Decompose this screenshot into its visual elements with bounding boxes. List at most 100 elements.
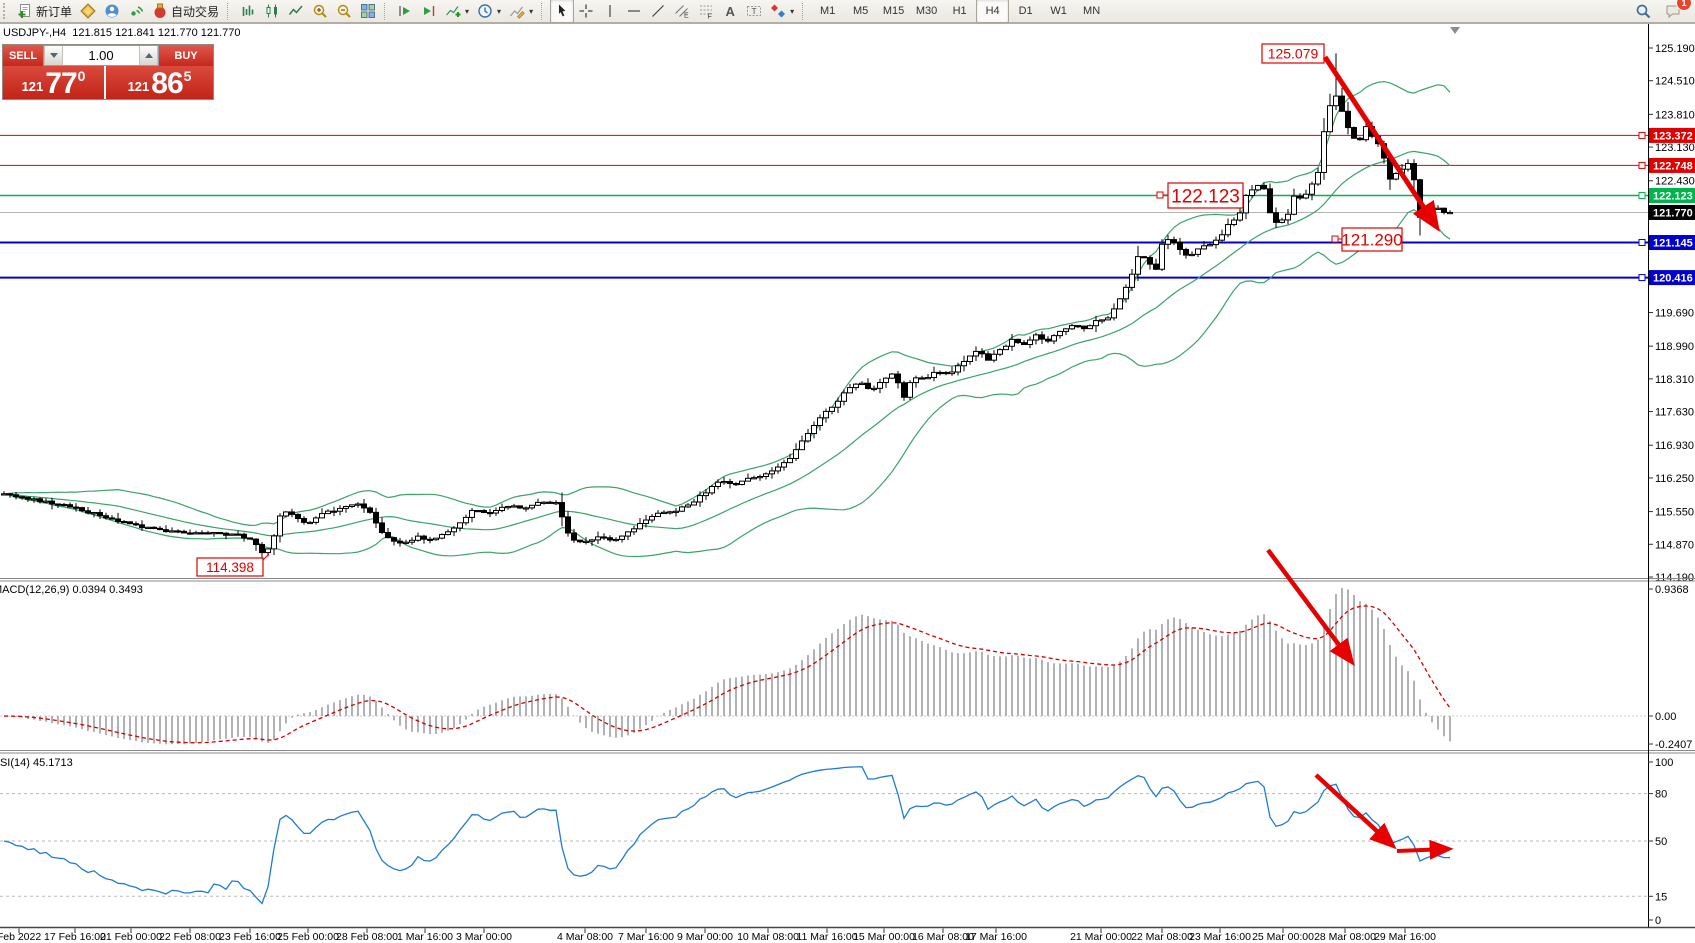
toolbar-grip xyxy=(3,3,10,19)
tile-icon xyxy=(360,3,376,19)
auto-scroll-button[interactable] xyxy=(393,0,417,23)
timeframe-d1-button[interactable]: D1 xyxy=(1009,0,1042,23)
price-axis-label: 117.630 xyxy=(1655,407,1694,419)
arrows-icon xyxy=(770,3,786,19)
autotrading-icon xyxy=(152,3,168,19)
price-annotation-label: 114.398 xyxy=(206,560,254,575)
price-axis-label: 125.190 xyxy=(1655,43,1695,55)
rsi-axis-label: 100 xyxy=(1655,757,1673,769)
search-icon xyxy=(1635,3,1651,19)
timeframe-m1-button[interactable]: M1 xyxy=(811,0,844,23)
zoom-out-button[interactable] xyxy=(332,0,356,23)
timeframe-m30-button[interactable]: M30 xyxy=(910,0,943,23)
fibonacci-tool-button[interactable]: F xyxy=(694,0,718,23)
rsi-axis-label: 50 xyxy=(1655,836,1667,848)
price-badge-label: 122.123 xyxy=(1653,190,1693,202)
zoom-in-button[interactable] xyxy=(308,0,332,23)
quick-deposit-button[interactable] xyxy=(76,0,100,23)
timeframe-h1-button[interactable]: H1 xyxy=(943,0,976,23)
crosshair-tool-button[interactable] xyxy=(574,0,598,23)
hline-icon xyxy=(626,3,642,19)
trendline-tool-button[interactable] xyxy=(646,0,670,23)
buy-price-big: 86 xyxy=(151,69,182,98)
sell-button[interactable]: SELL xyxy=(3,45,43,66)
line-handle[interactable] xyxy=(1639,132,1645,138)
periods-button[interactable]: ▾ xyxy=(473,0,505,23)
new-order-button-label: 新订单 xyxy=(36,3,72,20)
chart-shift-button[interactable] xyxy=(417,0,441,23)
rsi-axis-label: 80 xyxy=(1655,789,1667,801)
triangle-down-icon xyxy=(50,53,58,58)
volume-box xyxy=(43,45,159,66)
annotation-handle[interactable] xyxy=(1332,236,1338,242)
toolbar-separator xyxy=(802,3,807,20)
line-chart-button[interactable] xyxy=(284,0,308,23)
sell-price[interactable]: 121770 xyxy=(3,66,104,99)
templates-button[interactable]: ▾ xyxy=(505,0,537,23)
autotrading-button[interactable]: 自动交易 xyxy=(148,0,223,23)
time-axis-label: 23 Feb 16:00 xyxy=(219,931,281,943)
arrows-tool-button[interactable]: ▾ xyxy=(766,0,798,23)
buy-button[interactable]: BUY xyxy=(159,45,213,66)
trend-arrow[interactable] xyxy=(1397,849,1448,851)
time-axis-label: 23 Mar 16:00 xyxy=(1189,931,1251,943)
price-axis-label: 118.990 xyxy=(1655,341,1694,353)
text-icon: A xyxy=(722,3,738,19)
candles-icon xyxy=(264,3,280,19)
time-axis-label: 22 Mar 08:00 xyxy=(1131,931,1193,943)
chart-canvas[interactable]: 125.190124.510123.810123.130122.430119.6… xyxy=(0,23,1695,943)
new-order-button[interactable]: 新订单 xyxy=(13,0,76,23)
candlestick-chart-button[interactable] xyxy=(260,0,284,23)
chevron-down-icon: ▾ xyxy=(497,7,501,16)
channel-tool-button[interactable]: E xyxy=(670,0,694,23)
time-axis-label: 17 Feb 16:00 xyxy=(44,931,106,943)
timeframe-w1-button[interactable]: W1 xyxy=(1042,0,1075,23)
search-button[interactable] xyxy=(1631,0,1655,23)
sell-price-sup: 0 xyxy=(78,68,86,84)
rsi-axis-label: 15 xyxy=(1655,891,1667,903)
timeframe-h4-button[interactable]: H4 xyxy=(976,0,1009,23)
time-axis-label: 28 Mar 08:00 xyxy=(1314,931,1376,943)
price-annotation-label: 122.123 xyxy=(1171,186,1240,207)
bar-chart-button[interactable] xyxy=(236,0,260,23)
volume-increase-button[interactable] xyxy=(139,46,158,65)
price-axis-label: 114.190 xyxy=(1655,572,1694,584)
time-axis-label: 25 Mar 00:00 xyxy=(1252,931,1314,943)
timeframe-mn-button[interactable]: MN xyxy=(1075,0,1108,23)
price-annotation-label: 121.290 xyxy=(1341,231,1402,250)
new-order-icon xyxy=(17,3,33,19)
indicator-add-icon xyxy=(445,3,461,19)
rsi-indicator-label: RSI(14) 45.1713 xyxy=(0,757,73,769)
time-axis-label: 10 Mar 08:00 xyxy=(737,931,799,943)
indicators-button[interactable]: ▾ xyxy=(441,0,473,23)
buy-price[interactable]: 121865 xyxy=(106,66,213,99)
community-button[interactable] xyxy=(100,0,124,23)
line-handle[interactable] xyxy=(1639,240,1645,246)
text-label-tool-button[interactable]: T xyxy=(742,0,766,23)
tile-windows-button[interactable] xyxy=(356,0,380,23)
volume-decrease-button[interactable] xyxy=(44,46,63,65)
signals-button[interactable] xyxy=(124,0,148,23)
price-axis-label: 122.430 xyxy=(1655,176,1695,188)
line-handle[interactable] xyxy=(1639,162,1645,168)
price-badge-label: 121.145 xyxy=(1653,238,1693,250)
annotation-handle[interactable] xyxy=(1157,192,1163,198)
horizontal-line-tool-button[interactable] xyxy=(622,0,646,23)
time-axis-label: 22 Feb 08:00 xyxy=(159,931,221,943)
time-axis-label: Feb 2022 xyxy=(0,931,41,943)
cursor-tool-button[interactable] xyxy=(550,0,574,23)
text-label-icon: T xyxy=(746,3,762,19)
autotrading-button-label: 自动交易 xyxy=(171,3,219,20)
line-handle[interactable] xyxy=(1639,275,1645,281)
text-tool-button[interactable]: A xyxy=(718,0,742,23)
time-axis-label: 9 Mar 00:00 xyxy=(677,931,733,943)
timeframe-m15-button[interactable]: M15 xyxy=(877,0,910,23)
volume-input[interactable] xyxy=(63,46,139,65)
price-axis-label: 114.870 xyxy=(1655,539,1694,551)
price-axis-label: 123.810 xyxy=(1655,109,1695,121)
price-axis-label: 118.310 xyxy=(1655,374,1694,386)
vertical-line-tool-button[interactable] xyxy=(598,0,622,23)
timeframe-m5-button[interactable]: M5 xyxy=(844,0,877,23)
line-handle[interactable] xyxy=(1639,192,1645,198)
cursor-icon xyxy=(554,3,570,19)
